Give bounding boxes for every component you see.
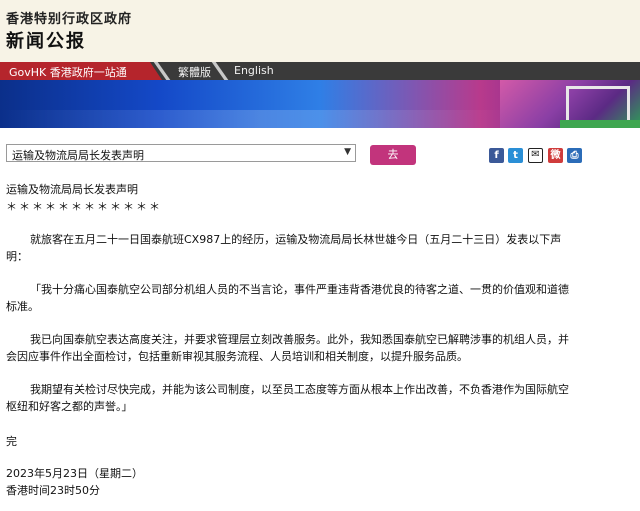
twitter-icon[interactable]: t (508, 148, 523, 163)
press-release-select[interactable]: 运输及物流局局长发表声明 ▼ (6, 144, 356, 162)
quote-paragraph3-line2: 枢纽和好客之都的声誉。」 (6, 400, 133, 413)
english-link[interactable]: English (234, 64, 274, 77)
facebook-icon[interactable]: f (489, 148, 504, 163)
banner-light-streak (0, 110, 520, 128)
traditional-chinese-link[interactable]: 繁體版 (178, 64, 211, 80)
quote-paragraph1-line2: 标准。 (6, 300, 39, 313)
go-button[interactable]: 去 (370, 145, 416, 165)
header-banner (0, 80, 640, 128)
nav-divider (211, 62, 229, 80)
release-date: 2023年5月23日（星期二） (6, 467, 143, 480)
weibo-icon[interactable]: 微 (548, 148, 563, 163)
quote-paragraph2-line1: 我已向国泰航空表达高度关注，并要求管理层立刻改善服务。此外，我知悉国泰航空已解聘… (30, 333, 569, 346)
release-time: 香港时间23时50分 (6, 484, 100, 497)
site-header: 香港特别行政区政府 新闻公报 (0, 0, 640, 62)
print-icon[interactable]: ⎙ (567, 148, 582, 163)
intro-paragraph-line2: 明： (6, 250, 28, 263)
email-icon[interactable]: ✉ (528, 148, 543, 163)
quote-paragraph2-line2: 会因应事件作出全面检讨，包括重新审视其服务流程、人员培训和相关制度，以提升服务品… (6, 350, 468, 363)
quote-paragraph3-line1: 我期望有关检讨尽快完成，并能为该公司制度，以至员工态度等方面从根本上作出改善，不… (30, 383, 569, 396)
title-underline-stars: ＊＊＊＊＊＊＊＊＊＊＊＊ (6, 200, 162, 213)
page-title[interactable]: 新闻公报 (6, 27, 86, 53)
government-name: 香港特别行政区政府 (6, 12, 133, 27)
quote-paragraph1-line1: 「我十分痛心国泰航空公司部分机组人员的不当言论，事件严重违背香港优良的待客之道、… (30, 283, 569, 296)
select-value: 运输及物流局局长发表声明 (12, 149, 144, 162)
top-navbar: GovHK 香港政府一站通 繁體版 English (0, 62, 640, 80)
banner-grass (560, 120, 640, 128)
govhk-label: GovHK 香港政府一站通 (9, 66, 127, 79)
end-mark: 完 (6, 435, 17, 448)
chevron-down-icon: ▼ (344, 147, 351, 157)
govhk-link[interactable]: GovHK 香港政府一站通 (0, 62, 162, 80)
article-title: 运输及物流局局长发表声明 (6, 183, 138, 196)
intro-paragraph-line1: 就旅客在五月二十一日国泰航班CX987上的经历，运输及物流局局长林世雄今日（五月… (30, 233, 562, 246)
